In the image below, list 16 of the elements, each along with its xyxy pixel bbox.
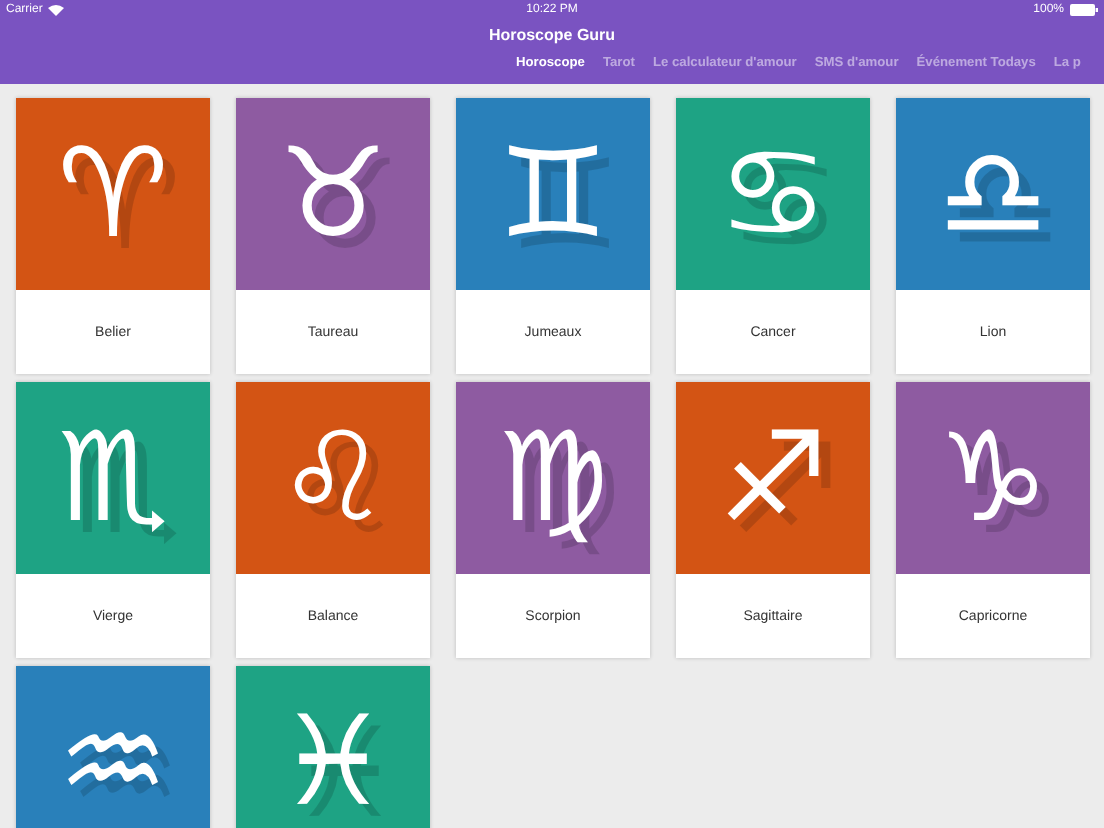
- zodiac-symbol: ♍: [497, 416, 609, 540]
- zodiac-symbol: ♑: [937, 416, 1049, 540]
- zodiac-symbol: ♎: [937, 132, 1049, 256]
- zodiac-symbol: ♏: [57, 416, 169, 540]
- sign-card[interactable]: ♒: [16, 666, 210, 828]
- zodiac-symbol: ♐: [717, 416, 829, 540]
- battery-icon: [1070, 4, 1098, 16]
- zodiac-symbol: ♓: [277, 700, 389, 824]
- zodiac-symbol: ♒: [57, 700, 169, 824]
- zodiac-symbol: ♉: [277, 132, 389, 256]
- app-title: Horoscope Guru: [486, 26, 618, 44]
- zodiac-symbol: ♋: [717, 132, 829, 256]
- zodiac-symbol: ♌: [277, 416, 389, 540]
- zodiac-symbol: ♊: [497, 132, 609, 256]
- zodiac-symbol: ♈: [57, 132, 169, 256]
- wifi-icon: [48, 4, 65, 16]
